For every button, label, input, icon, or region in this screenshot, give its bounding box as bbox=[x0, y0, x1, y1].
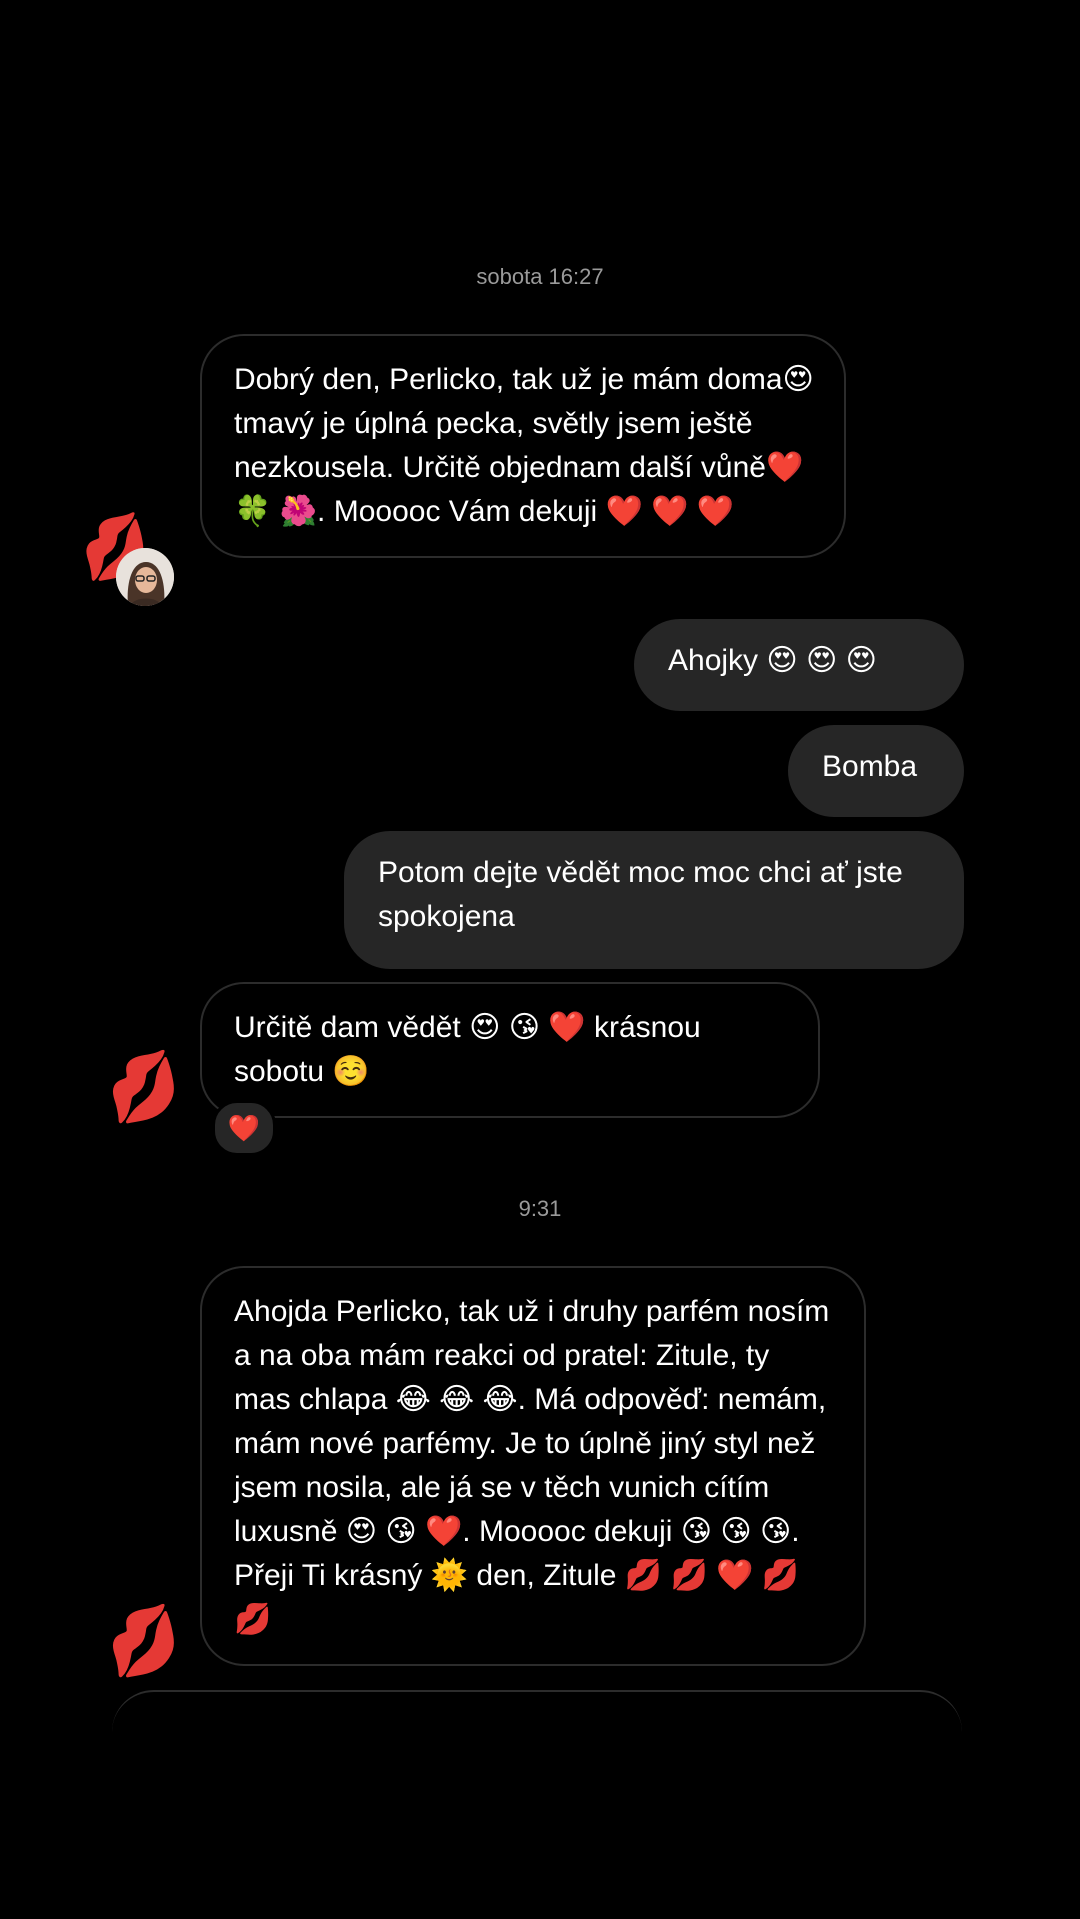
kiss-sticker: 💋 bbox=[98, 1599, 188, 1684]
contact-avatar[interactable] bbox=[116, 548, 174, 606]
message-incoming-1[interactable]: Dobrý den, Perlicko, tak už je mám doma😍… bbox=[200, 334, 846, 558]
message-incoming-3[interactable]: Ahojda Perlicko, tak už i druhy parfém n… bbox=[200, 1266, 866, 1666]
message-outgoing-3[interactable]: Potom dejte vědět moc moc chci ať jste s… bbox=[344, 831, 964, 969]
message-incoming-2[interactable]: Určitě dam vědět 😍 😘 ❤️ krásnou sobotu ☺… bbox=[200, 982, 820, 1118]
timestamp-saturday: sobota 16:27 bbox=[476, 264, 604, 289]
timestamp-time: 9:31 bbox=[518, 1196, 562, 1221]
message-outgoing-2[interactable]: Bomba bbox=[788, 725, 964, 817]
message-outgoing-1[interactable]: Ahojky 😍 😍 😍 bbox=[634, 619, 964, 711]
next-message-edge bbox=[112, 1690, 962, 1732]
kiss-sticker: 💋 bbox=[98, 1045, 188, 1130]
heart-reaction[interactable]: ❤️ bbox=[212, 1100, 276, 1156]
avatar-image bbox=[116, 548, 174, 606]
